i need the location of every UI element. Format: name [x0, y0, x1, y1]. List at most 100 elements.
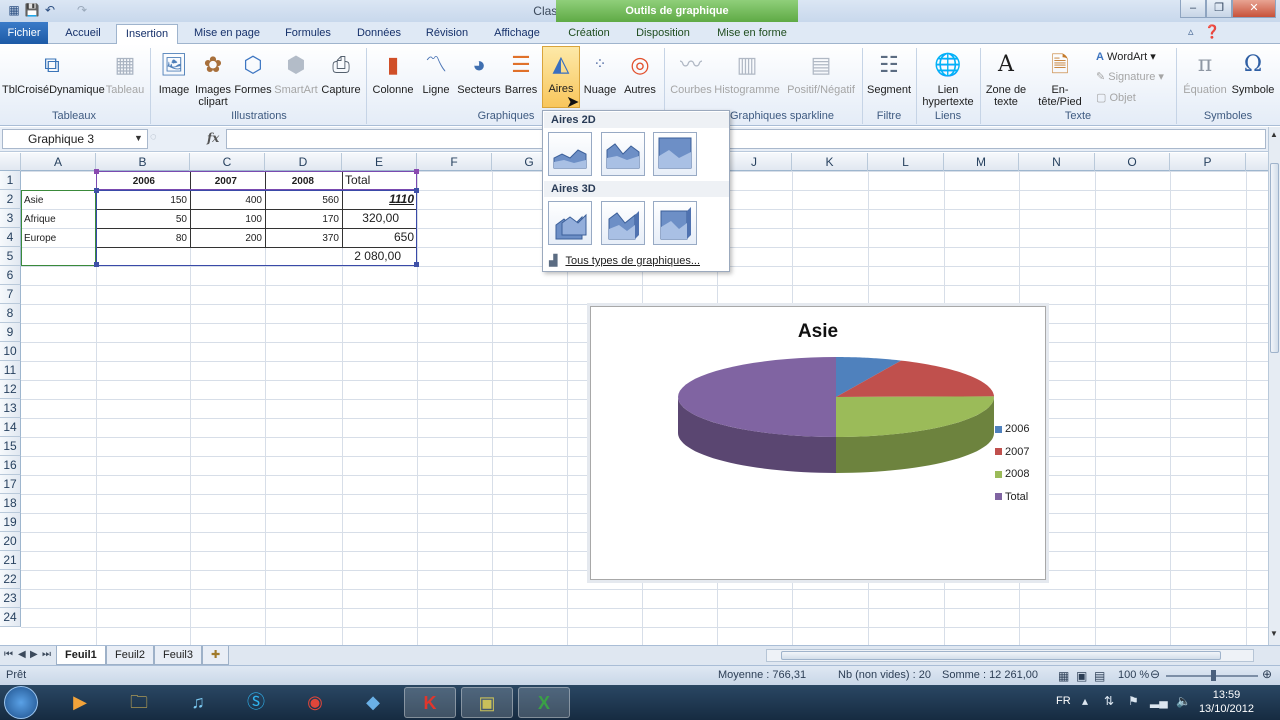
symbol-button[interactable]: Ω Symbole — [1230, 48, 1276, 96]
column-header-n[interactable]: N — [1019, 153, 1095, 171]
sheet-tab-feuil2[interactable]: Feuil2 — [106, 646, 154, 665]
start-button[interactable] — [4, 686, 38, 719]
header-footer-button[interactable]: 🗎 En-tête/Pied — [1030, 48, 1090, 108]
table-button[interactable]: ▦ Tableau — [104, 48, 146, 96]
tab-formules[interactable]: Formules — [276, 24, 340, 44]
tab-fichier[interactable]: Fichier — [0, 22, 48, 44]
zoom-level[interactable]: 100 % — [1118, 669, 1149, 681]
row-header-19[interactable]: 19 — [0, 513, 21, 532]
name-box[interactable]: Graphique 3 — [2, 129, 148, 149]
zoom-in-icon[interactable]: ⊕ — [1262, 667, 1272, 681]
clipart-button[interactable]: ✿ Images clipart — [193, 48, 233, 108]
image-button[interactable]: 🖼 Image — [156, 48, 192, 96]
chrome-icon[interactable]: ◉ — [289, 687, 341, 718]
cell-e5[interactable]: 2 080,00 — [342, 247, 404, 266]
column-header-o[interactable]: O — [1095, 153, 1170, 171]
cell-a3[interactable]: Afrique — [21, 210, 96, 229]
column-header-m[interactable]: M — [944, 153, 1019, 171]
bar-chart-button[interactable]: ☰ Barres — [503, 48, 539, 96]
expand-formula-icon[interactable]: ◌ — [150, 131, 157, 143]
tab-revision[interactable]: Révision — [418, 24, 476, 44]
row-header-18[interactable]: 18 — [0, 494, 21, 513]
next-sheet-icon[interactable]: ▶ — [30, 649, 38, 660]
language-indicator[interactable]: FR — [1056, 695, 1071, 707]
line-chart-button[interactable]: 〽 Ligne — [418, 48, 454, 96]
shapes-button[interactable]: ⬡ Formes — [234, 48, 272, 96]
column-header-d[interactable]: D — [265, 153, 342, 171]
signature-button[interactable]: ✎ Signature ▾ — [1096, 70, 1164, 83]
zoom-slider-thumb[interactable] — [1211, 670, 1216, 681]
tab-disposition[interactable]: Disposition — [628, 24, 698, 44]
column-header-e[interactable]: E — [342, 153, 417, 171]
range-handle[interactable] — [94, 262, 99, 267]
name-box-dropdown-icon[interactable]: ▼ — [134, 133, 143, 143]
insert-function-button[interactable]: fx — [207, 131, 219, 145]
pivot-table-button[interactable]: ⧉ TblCroiséDynamique — [2, 48, 105, 96]
smartart-button[interactable]: ⬢ SmartArt — [273, 48, 319, 96]
row-header-2[interactable]: 2 — [0, 190, 21, 209]
media-player-icon[interactable]: ▶ — [54, 687, 106, 718]
scroll-down-icon[interactable]: ▼ — [1270, 629, 1278, 638]
tab-mise-en-forme[interactable]: Mise en forme — [708, 24, 796, 44]
row-header-11[interactable]: 11 — [0, 361, 21, 380]
insert-sheet-icon[interactable]: ✚ — [202, 646, 230, 665]
row-header-3[interactable]: 3 — [0, 209, 21, 228]
page-break-view-icon[interactable]: ▤ — [1094, 669, 1105, 683]
sparkline-winloss-button[interactable]: ▤ Positif/Négatif — [782, 48, 860, 96]
other-charts-button[interactable]: ◎ Autres — [620, 48, 660, 96]
cell-e2[interactable]: 1110 — [342, 190, 417, 209]
stacked-100-area-2d-option[interactable] — [653, 132, 697, 176]
select-all-corner[interactable] — [0, 153, 21, 171]
row-header-21[interactable]: 21 — [0, 551, 21, 570]
slicer-button[interactable]: ☷ Segment — [864, 48, 914, 96]
app-icon[interactable]: ◆ — [347, 687, 399, 718]
excel-taskbar-icon[interactable]: X — [518, 687, 570, 718]
area-2d-option[interactable] — [548, 132, 592, 176]
sparkline-line-button[interactable]: 〰 Courbes — [668, 48, 714, 96]
first-sheet-icon[interactable]: ⏮ — [4, 649, 13, 660]
system-clock[interactable]: 13:59 13/10/2012 — [1199, 688, 1254, 716]
tray-expand-icon[interactable]: ▴ — [1082, 694, 1088, 708]
text-box-button[interactable]: A Zone de texte — [984, 48, 1028, 108]
row-header-6[interactable]: 6 — [0, 266, 21, 285]
cell-c4[interactable]: 200 — [190, 229, 265, 248]
tab-affichage[interactable]: Affichage — [484, 24, 550, 44]
scroll-up-icon[interactable]: ▲ — [1270, 130, 1278, 139]
row-header-9[interactable]: 9 — [0, 323, 21, 342]
row-header-1[interactable]: 1 — [0, 171, 21, 190]
area-3d-option[interactable] — [548, 201, 592, 245]
row-header-10[interactable]: 10 — [0, 342, 21, 361]
screenshot-button[interactable]: ⎙ Capture — [320, 48, 362, 96]
kaspersky-icon[interactable]: K — [404, 687, 456, 718]
tray-signal-icon[interactable]: ▂▄ — [1150, 694, 1168, 708]
cell-e1[interactable]: Total — [342, 171, 417, 190]
tray-network-icon[interactable]: ⇅ — [1104, 694, 1114, 708]
cell-b2[interactable]: 150 — [96, 191, 190, 210]
cell-c3[interactable]: 100 — [190, 210, 265, 229]
cell-b4[interactable]: 80 — [96, 229, 190, 248]
row-header-12[interactable]: 12 — [0, 380, 21, 399]
stacked-100-area-3d-option[interactable] — [653, 201, 697, 245]
tab-accueil[interactable]: Accueil — [56, 24, 110, 44]
tray-volume-icon[interactable]: 🔈 — [1176, 694, 1191, 708]
horizontal-scrollbar[interactable] — [766, 649, 1254, 662]
row-header-7[interactable]: 7 — [0, 285, 21, 304]
row-header-22[interactable]: 22 — [0, 570, 21, 589]
sheet-tab-feuil3[interactable]: Feuil3 — [154, 646, 202, 665]
row-header-17[interactable]: 17 — [0, 475, 21, 494]
itunes-icon[interactable]: ♫ — [172, 687, 224, 718]
row-header-16[interactable]: 16 — [0, 456, 21, 475]
legend-item-2008[interactable]: 2008 — [995, 468, 1029, 480]
tab-mise-en-page[interactable]: Mise en page — [186, 24, 268, 44]
cell-a4[interactable]: Europe — [21, 229, 96, 248]
help-icon[interactable]: ❓ — [1204, 24, 1220, 40]
tab-creation[interactable]: Création — [560, 24, 618, 44]
row-header-5[interactable]: 5 — [0, 247, 21, 266]
close-button[interactable]: ✕ — [1232, 0, 1276, 18]
scroll-thumb[interactable] — [1270, 163, 1279, 353]
hyperlink-button[interactable]: 🌐 Lien hypertexte — [918, 48, 978, 108]
pie-chart-plot[interactable] — [591, 307, 1047, 581]
cell-e3[interactable]: 320,00 — [342, 209, 402, 228]
cell-d2[interactable]: 560 — [265, 191, 342, 210]
column-header-f[interactable]: F — [417, 153, 492, 171]
